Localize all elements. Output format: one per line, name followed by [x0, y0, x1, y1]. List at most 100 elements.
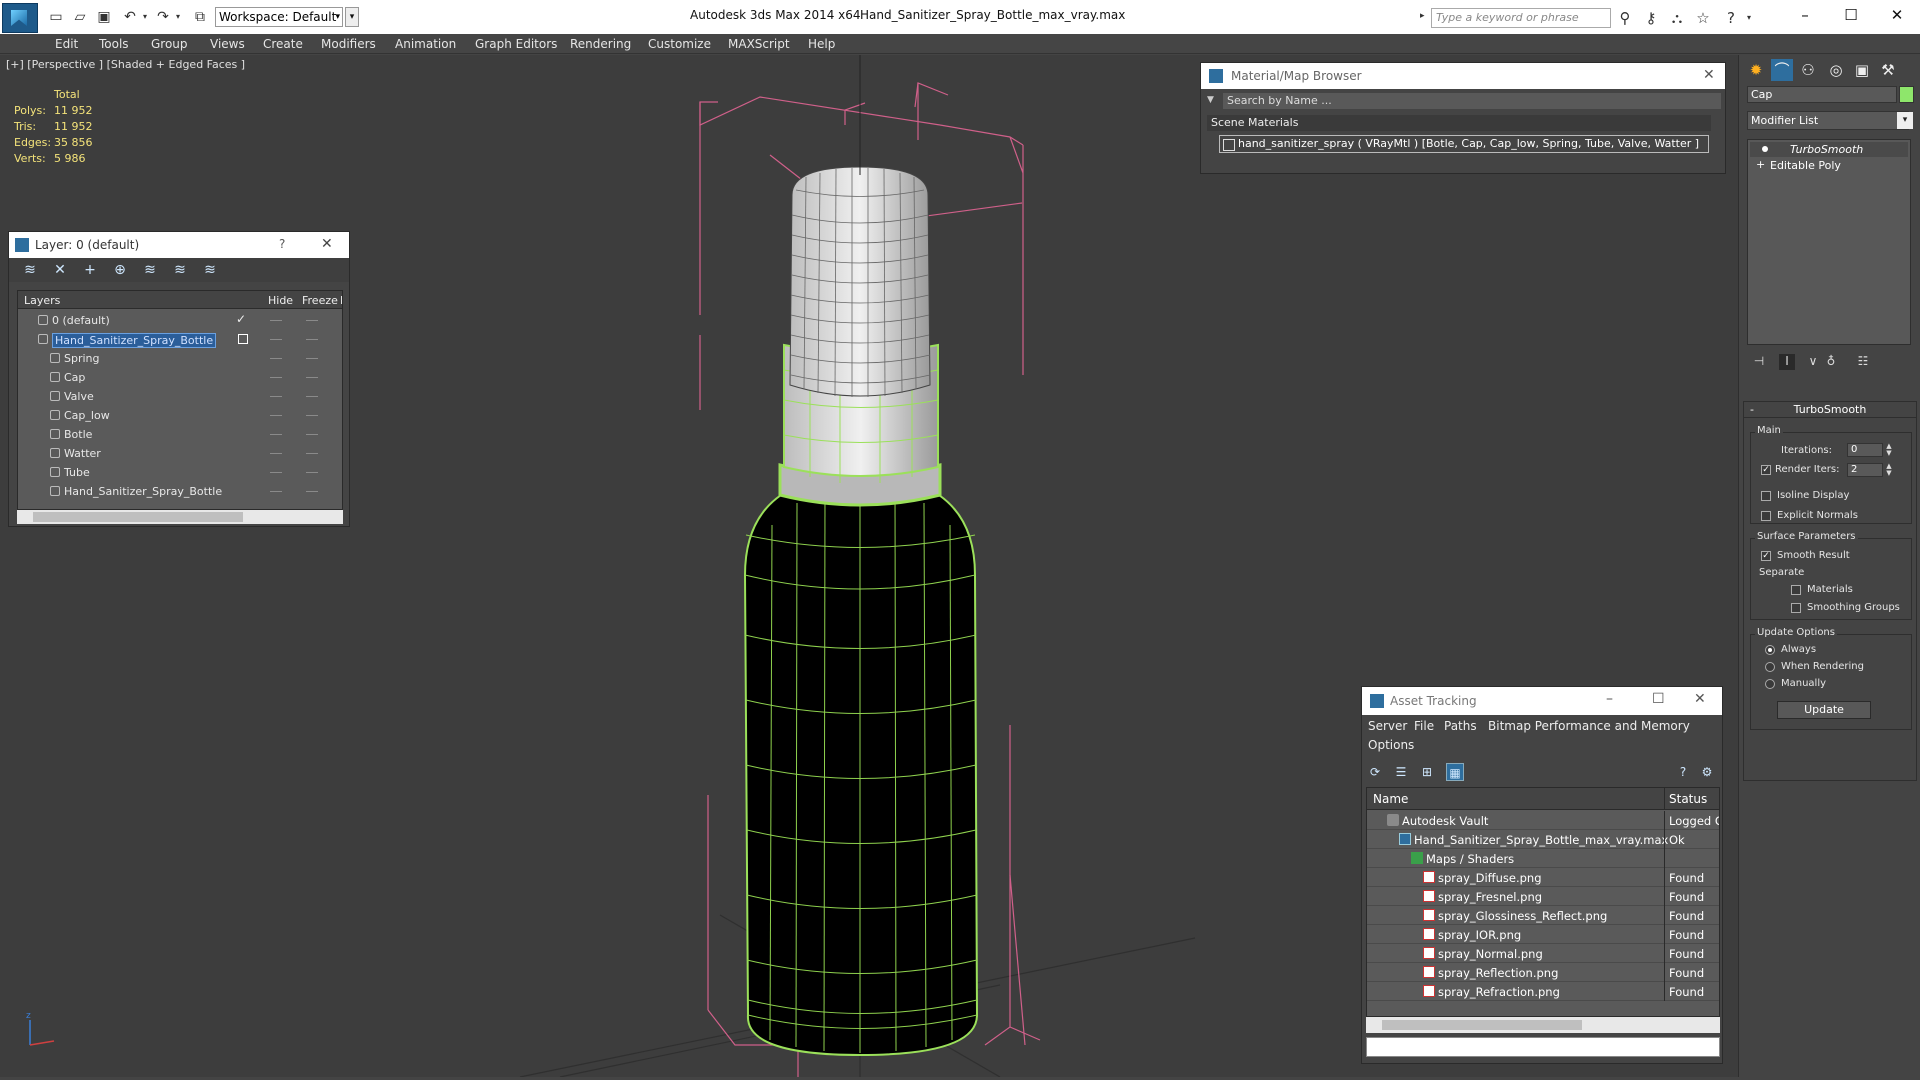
- maximize-icon[interactable]: ☐: [1828, 2, 1874, 28]
- hide-toggle[interactable]: [270, 415, 282, 416]
- menu-rendering[interactable]: Rendering: [570, 37, 631, 51]
- freeze-toggle[interactable]: [306, 377, 318, 378]
- iterations-spinner[interactable]: 0: [1847, 443, 1883, 457]
- save-file-icon[interactable]: ▣: [96, 9, 112, 25]
- asset-row[interactable]: Maps / Shaders: [1367, 849, 1719, 868]
- asset-path-field[interactable]: [1366, 1037, 1720, 1057]
- layer-row[interactable]: Cap_low: [18, 406, 342, 425]
- set-current-box-icon[interactable]: [238, 334, 248, 344]
- search-input[interactable]: Type a keyword or phrase: [1431, 8, 1611, 28]
- stack-item-turbosmooth[interactable]: TurboSmooth: [1750, 142, 1908, 157]
- when-rendering-radio[interactable]: [1765, 662, 1775, 672]
- horizontal-scrollbar[interactable]: [1366, 1017, 1720, 1033]
- col-layers[interactable]: Layers: [24, 294, 60, 307]
- asset-row[interactable]: spray_Reflection.png Found: [1367, 963, 1719, 982]
- close-icon[interactable]: ✕: [321, 236, 333, 252]
- make-unique-icon[interactable]: ∨: [1805, 354, 1821, 370]
- app-logo-icon[interactable]: [2, 3, 38, 33]
- redo-dropdown-icon[interactable]: ▾: [170, 9, 186, 25]
- asset-tracking-titlebar[interactable]: Asset Tracking – ☐ ✕: [1362, 687, 1722, 715]
- freeze-toggle[interactable]: [306, 434, 318, 435]
- menu-create[interactable]: Create: [263, 37, 303, 51]
- layer-row-name[interactable]: 0 (default): [52, 314, 110, 327]
- explicit-normals-checkbox[interactable]: [1761, 511, 1771, 521]
- render-iters-spinner[interactable]: 2: [1847, 463, 1883, 477]
- layer-window-titlebar[interactable]: Layer: 0 (default) ? ✕: [9, 232, 349, 258]
- layer-row[interactable]: Hand_Sanitizer_Spray_Bottle: [18, 482, 342, 501]
- scroll-thumb[interactable]: [1382, 1020, 1582, 1030]
- hide-toggle[interactable]: [270, 339, 282, 340]
- layer-row-name[interactable]: Cap_low: [64, 409, 110, 422]
- freeze-toggle[interactable]: [306, 491, 318, 492]
- freeze-toggle[interactable]: [306, 453, 318, 454]
- asset-menu-options[interactable]: Options: [1368, 738, 1414, 752]
- hide-toggle[interactable]: [270, 491, 282, 492]
- asset-row[interactable]: spray_Normal.png Found: [1367, 944, 1719, 963]
- menu-tools[interactable]: Tools: [99, 37, 129, 51]
- scroll-thumb[interactable]: [33, 512, 243, 522]
- create-tab-icon[interactable]: ✹: [1745, 59, 1767, 81]
- freeze-all-layers-icon[interactable]: ≋: [201, 261, 219, 279]
- spinner-arrows-icon[interactable]: ▲ ▼: [1885, 463, 1893, 477]
- asset-row[interactable]: spray_Diffuse.png Found: [1367, 868, 1719, 887]
- object-name-field[interactable]: Cap: [1747, 86, 1897, 103]
- hierarchy-tab-icon[interactable]: ⚇: [1797, 59, 1819, 81]
- hide-toggle[interactable]: [270, 396, 282, 397]
- refresh-icon[interactable]: ⟳: [1366, 763, 1384, 781]
- material-item[interactable]: hand_sanitizer_spray ( VRayMtl ) [Botle,…: [1219, 135, 1709, 153]
- display-tab-icon[interactable]: ▣: [1851, 59, 1873, 81]
- show-end-result-icon[interactable]: Ⅰ: [1779, 354, 1795, 370]
- asset-menu-server[interactable]: Server: [1368, 719, 1407, 733]
- create-layer-icon[interactable]: ≋: [21, 261, 39, 279]
- close-icon[interactable]: ✕: [1874, 2, 1920, 28]
- hide-toggle[interactable]: [270, 453, 282, 454]
- select-in-layer-icon[interactable]: ⊕: [111, 261, 129, 279]
- freeze-toggle[interactable]: [306, 320, 318, 321]
- material-search-input[interactable]: Search by Name ...: [1223, 93, 1721, 109]
- binoculars-icon[interactable]: ⚲: [1616, 9, 1634, 27]
- asset-menu-bitmap[interactable]: Bitmap Performance and Memory: [1488, 719, 1690, 733]
- menu-group[interactable]: Group: [151, 37, 188, 51]
- smooth-result-checkbox[interactable]: ✓: [1761, 551, 1771, 561]
- layer-row-name[interactable]: Watter: [64, 447, 101, 460]
- open-file-icon[interactable]: ▱: [72, 9, 88, 25]
- asset-row[interactable]: Autodesk Vault Logged O: [1367, 811, 1719, 830]
- smoothing-groups-checkbox[interactable]: [1791, 603, 1801, 613]
- layer-row[interactable]: Hand_Sanitizer_Spray_Bottle: [18, 330, 342, 349]
- layer-row-name[interactable]: Hand_Sanitizer_Spray_Bottle: [64, 485, 222, 498]
- signin-icon[interactable]: ⛬: [1668, 9, 1686, 27]
- add-to-layer-icon[interactable]: +: [81, 261, 99, 279]
- list-view-icon[interactable]: ☰: [1392, 763, 1410, 781]
- minimize-icon[interactable]: –: [1782, 2, 1828, 28]
- menu-maxscript[interactable]: MAXScript: [728, 37, 790, 51]
- asset-row[interactable]: spray_Refraction.png Found: [1367, 982, 1719, 1001]
- new-file-icon[interactable]: ▭: [48, 9, 64, 25]
- help-icon[interactable]: ?: [1722, 9, 1740, 27]
- browser-options-icon[interactable]: ▼: [1207, 95, 1214, 105]
- cap-mesh[interactable]: [789, 55, 931, 397]
- search-expand-icon[interactable]: ▸: [1420, 11, 1425, 21]
- layer-row-name[interactable]: Botle: [64, 428, 92, 441]
- viewport-label[interactable]: [+] [Perspective ] [Shaded + Edged Faces…: [6, 58, 245, 71]
- col-freeze[interactable]: Freeze: [302, 294, 338, 307]
- menu-graph-editors[interactable]: Graph Editors: [475, 37, 557, 51]
- layer-row-name[interactable]: Hand_Sanitizer_Spray_Bottle: [52, 333, 217, 348]
- menu-modifiers[interactable]: Modifiers: [321, 37, 376, 51]
- layer-row-name[interactable]: Cap: [64, 371, 85, 384]
- close-icon[interactable]: ✕: [1703, 67, 1715, 83]
- render-iters-checkbox[interactable]: ✓: [1761, 465, 1771, 475]
- freeze-toggle[interactable]: [306, 339, 318, 340]
- menu-help[interactable]: Help: [808, 37, 835, 51]
- layer-row[interactable]: Valve: [18, 387, 342, 406]
- rollout-header[interactable]: TurboSmooth: [1744, 402, 1916, 418]
- workspace-dropdown[interactable]: Workspace: Default ▾: [215, 7, 343, 27]
- asset-row[interactable]: spray_Glossiness_Reflect.png Found: [1367, 906, 1719, 925]
- remove-modifier-icon[interactable]: ♁: [1823, 354, 1839, 370]
- undo-icon[interactable]: ↶: [122, 9, 138, 25]
- freeze-toggle[interactable]: [306, 415, 318, 416]
- project-folder-icon[interactable]: ⧉: [192, 9, 208, 25]
- spinner-arrows-icon[interactable]: ▲ ▼: [1885, 443, 1893, 457]
- help-icon[interactable]: ?: [279, 237, 285, 251]
- asset-row[interactable]: Hand_Sanitizer_Spray_Bottle_max_vray.max…: [1367, 830, 1719, 849]
- scene-materials-group[interactable]: Scene Materials: [1207, 115, 1711, 131]
